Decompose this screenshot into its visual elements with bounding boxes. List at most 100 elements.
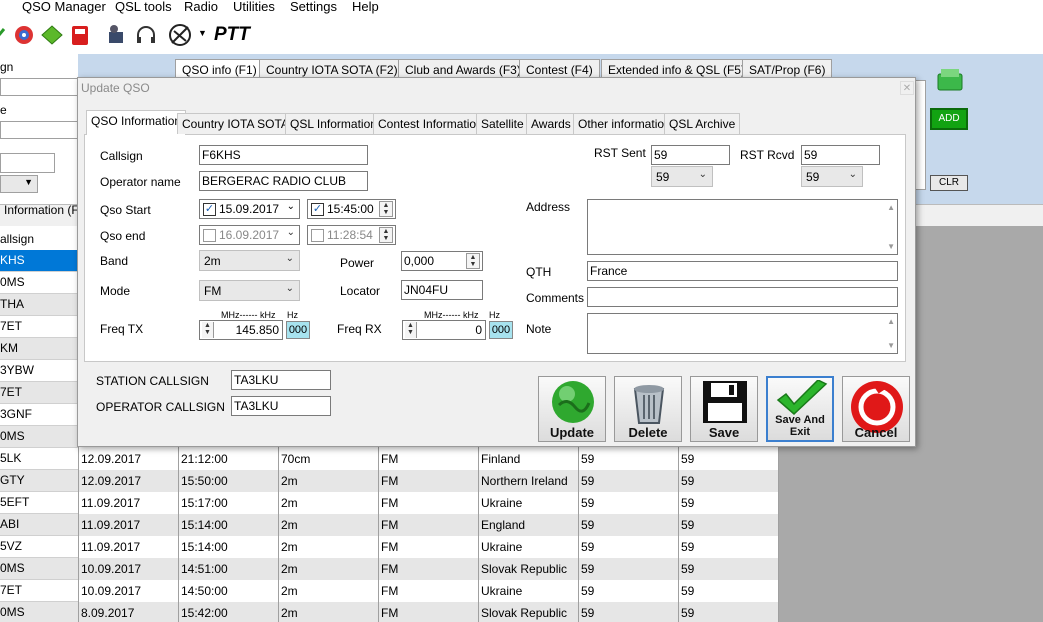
tab-qsl-information[interactable]: QSL Information [285,113,382,134]
band-select[interactable]: 2m ⌄ [199,250,300,271]
table-row[interactable]: 11.09.2017 15:14:00 2m FM England 59 59 [78,514,778,536]
operator-callsign-field[interactable]: TA3LKU [231,396,331,416]
time-spinner[interactable]: ▲ ▼ [379,201,393,217]
left-combo[interactable]: ▼ [0,175,38,193]
qso-end-time-checkbox[interactable] [311,229,324,242]
station-callsign-field[interactable]: TA3LKU [231,370,331,390]
qso-end-date-checkbox[interactable] [203,229,216,242]
callsign-column-header[interactable]: allsign [0,229,78,251]
tab-qsl-archive[interactable]: QSL Archive [664,113,741,134]
freq-tx-field[interactable]: ▲ ▼ 145.850 [199,320,283,340]
scroll-down-icon[interactable]: ▼ [887,242,895,251]
freq-rx-field[interactable]: ▲ ▼ 0 [402,320,486,340]
menu-help[interactable]: Help [352,0,379,14]
delete-button[interactable]: Delete [614,376,682,442]
qso-start-time-checkbox[interactable]: ✓ [311,203,324,216]
green-disk-icon[interactable] [936,66,964,95]
power-spinner[interactable]: ▲ ▼ [466,253,480,269]
callsign-cell[interactable]: 0MS [0,426,78,448]
add-button[interactable]: ADD [930,108,968,130]
freq-rx-spinner[interactable]: ▲ ▼ [405,322,417,338]
dropdown-arrow-icon[interactable]: ▼ [198,28,207,38]
table-row[interactable]: 12.09.2017 21:12:00 70cm FM Finland 59 59 [78,448,778,470]
mode-select[interactable]: FM ⌄ [199,280,300,301]
callsign-cell[interactable]: 5EFT [0,492,78,514]
table-row[interactable]: 10.09.2017 14:51:00 2m FM Slovak Republic 59 5… [78,558,778,580]
callsign-cell[interactable]: 7ET [0,580,78,602]
scroll-up-icon[interactable]: ▲ [887,203,895,212]
callsign-cell[interactable]: ABI [0,514,78,536]
scroll-up-icon[interactable]: ▲ [887,317,895,326]
ptt-button[interactable]: PTT [214,24,250,46]
locator-field[interactable]: JN04FU [401,280,483,300]
freq-tx-spinner[interactable]: ▲ ▼ [202,322,214,338]
update-button[interactable]: Update [538,376,606,442]
callsign-cell[interactable]: KM [0,338,78,360]
note-field[interactable]: ▲ ▼ [587,313,898,354]
scroll-down-icon[interactable]: ▼ [887,341,895,350]
rst-sent-select[interactable]: 59 ⌄ [651,166,713,187]
tab-awards[interactable]: Awards [526,113,576,134]
freq-tx-hz-field[interactable]: 000 [286,321,310,339]
callsign-cell[interactable]: KHS [0,250,78,272]
cancel-button[interactable]: Cancel [842,376,910,442]
antenna-icon[interactable] [168,23,192,47]
calendar-dropdown-icon[interactable]: ⌄ [287,227,295,238]
qth-field[interactable]: France [587,261,898,281]
left-input-3[interactable] [0,153,55,173]
callsign-cell[interactable]: 5VZ [0,536,78,558]
clr-button[interactable]: CLR [930,175,968,191]
callsign-cell[interactable]: 5LK [0,448,78,470]
qso-start-time-picker[interactable]: ✓ 15:45:00 ▲ ▼ [307,199,396,219]
tab-satellite[interactable]: Satellite [476,113,529,134]
callsign-cell[interactable]: THA [0,294,78,316]
table-row[interactable]: 10.09.2017 14:50:00 2m FM Ukraine 59 59 [78,580,778,602]
save-and-exit-button[interactable]: Save And Exit [766,376,834,442]
calendar-dropdown-icon[interactable]: ⌄ [287,201,295,212]
rst-sent-field[interactable]: 59 [651,145,730,165]
qso-end-time-picker[interactable]: 11:28:54 ▲ ▼ [307,225,396,245]
tab-contest-information[interactable]: Contest Information [373,113,488,134]
freq-rx-hz-field[interactable]: 000 [489,321,513,339]
table-row[interactable]: 8.09.2017 15:42:00 2m FM Slovak Republic 59 59 [78,602,778,622]
comments-field[interactable] [587,287,898,307]
rst-rcvd-select[interactable]: 59 ⌄ [801,166,863,187]
callsign-cell[interactable]: 7ET [0,316,78,338]
save-button[interactable]: Save [690,376,758,442]
qsl-card-icon[interactable] [40,23,64,47]
callsign-cell[interactable]: 3GNF [0,404,78,426]
tab-other-information[interactable]: Other information [573,113,676,134]
satellite-dish-icon[interactable] [12,23,36,47]
rst-rcvd-field[interactable]: 59 [801,145,880,165]
callsign-cell[interactable]: GTY [0,470,78,492]
callsign-cell[interactable]: 0MS [0,558,78,580]
headset-icon[interactable] [134,23,158,47]
address-field[interactable]: ▲ ▼ [587,199,898,255]
qso-end-date-picker[interactable]: 16.09.2017 ⌄ [199,225,300,245]
menu-utilities[interactable]: Utilities [233,0,275,14]
tab-country-iota-sota[interactable]: Country IOTA SOTA [177,113,294,134]
qso-start-date-picker[interactable]: ✓ 15.09.2017 ⌄ [199,199,300,219]
menu-settings[interactable]: Settings [290,0,337,14]
table-row[interactable]: 12.09.2017 15:50:00 2m FM Northern Ireland 59… [78,470,778,492]
power-field[interactable]: 0,000 ▲ ▼ [401,251,483,271]
callsign-cell[interactable]: 7ET [0,382,78,404]
menu-radio[interactable]: Radio [184,0,218,14]
callsign-cell[interactable]: 0MS [0,602,78,622]
close-icon[interactable]: ✕ [900,81,914,95]
callsign-cell[interactable]: 3YBW [0,360,78,382]
time-spinner[interactable]: ▲ ▼ [379,227,393,243]
callsign-cell[interactable]: 0MS [0,272,78,294]
left-input-2[interactable] [0,121,78,139]
table-row[interactable]: 11.09.2017 15:17:00 2m FM Ukraine 59 59 [78,492,778,514]
rig-icon[interactable] [104,23,128,47]
table-row[interactable]: 11.09.2017 15:14:00 2m FM Ukraine 59 59 [78,536,778,558]
menu-qso-manager[interactable]: QSO Manager [22,0,106,14]
mailbox-icon[interactable] [68,23,92,47]
qso-start-date-checkbox[interactable]: ✓ [203,203,216,216]
menu-qsl-tools[interactable]: QSL tools [115,0,172,14]
left-input-1[interactable] [0,78,78,96]
tab-qso-information[interactable]: QSO Information [86,110,187,135]
callsign-field[interactable]: F6KHS [199,145,368,165]
operator-name-field[interactable]: BERGERAC RADIO CLUB [199,171,368,191]
